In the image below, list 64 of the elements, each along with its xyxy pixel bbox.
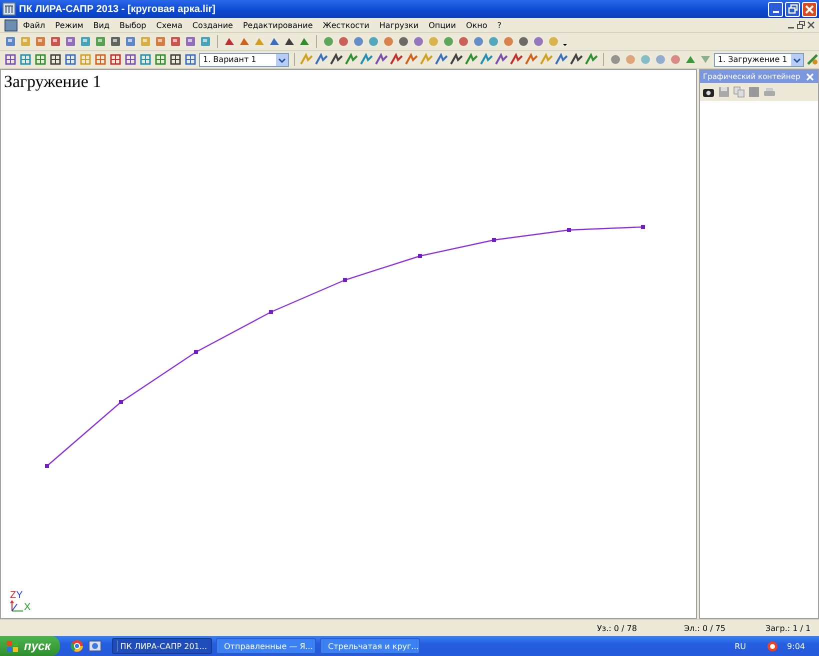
close-icon [805, 4, 814, 14]
language-indicator[interactable]: RU [734, 642, 746, 650]
axis-label: X [24, 603, 31, 612]
status-text: Загр.: 1 / 1 [766, 624, 811, 632]
tool-icon[interactable] [397, 35, 410, 48]
tool-icon[interactable] [124, 53, 137, 66]
menu-item[interactable]: Жесткости [318, 20, 374, 30]
drawing-canvas[interactable]: Загружение 1 ZY X [0, 69, 697, 619]
axis-label: Y [16, 591, 23, 600]
tool-icon[interactable] [64, 53, 77, 66]
tool-icon[interactable] [4, 53, 17, 66]
document-icon [4, 18, 18, 32]
tool-icon[interactable] [450, 53, 463, 66]
menu-item[interactable]: Схема [151, 20, 188, 30]
tool-icon[interactable] [330, 53, 343, 66]
tool-icon[interactable] [169, 53, 182, 66]
browser-icon[interactable] [70, 639, 84, 653]
menu-item[interactable]: Окно [460, 20, 492, 30]
axis-label: Z [10, 591, 16, 600]
status-text: Уз.: 0 / 78 [597, 624, 637, 632]
menu-item[interactable]: Создание [187, 20, 238, 30]
variant-dropdown[interactable]: 1. Вариант 1 [199, 52, 290, 66]
taskbar-button[interactable]: ПК ЛИРА-САПР 201... [112, 638, 212, 654]
close-icon[interactable] [807, 21, 815, 29]
close-button[interactable] [802, 2, 817, 16]
clock: 9:04 [787, 642, 805, 650]
printer-icon[interactable] [763, 86, 776, 98]
desktop-icon[interactable] [88, 639, 102, 653]
app-icon [2, 2, 16, 16]
tool-icon[interactable] [510, 53, 523, 66]
menu-item[interactable]: Файл [18, 20, 50, 30]
load-case-heading: Загружение 1 [4, 72, 102, 92]
menu-item[interactable]: Нагрузки [374, 20, 424, 30]
tool-icon[interactable] [315, 53, 328, 66]
windows-flag-icon [6, 640, 20, 652]
tool-icon[interactable] [555, 53, 568, 66]
tool-icon[interactable] [517, 35, 530, 48]
tool-icon[interactable] [435, 53, 448, 66]
camera-icon[interactable] [702, 86, 715, 98]
menu-item[interactable]: ? [492, 20, 506, 30]
tool-icon[interactable] [495, 53, 508, 66]
copy-icon[interactable] [733, 86, 745, 98]
load-dropdown[interactable]: 1. Загружение 1 [714, 52, 804, 66]
tool-icon[interactable] [109, 53, 122, 66]
tool-icon[interactable] [570, 53, 583, 66]
menu-item[interactable]: Редактирование [238, 20, 318, 30]
tool-icon[interactable] [49, 53, 62, 66]
tool-icon[interactable] [375, 53, 388, 66]
status-text: Эл.: 0 / 75 [684, 624, 726, 632]
window-title: ПК ЛИРА-САПР 2013 - [круговая арка.lir] [19, 4, 216, 14]
minimize-button[interactable] [768, 2, 783, 16]
tool-icon[interactable] [184, 53, 197, 66]
axes-icon [10, 600, 24, 612]
menu-item[interactable]: Опции [424, 20, 461, 30]
tool-icon[interactable] [109, 35, 122, 48]
taskbar-button[interactable]: Отправленные — Я... [216, 638, 316, 654]
tool-icon[interactable] [390, 53, 403, 66]
ring-icon[interactable] [766, 640, 780, 652]
menu-item[interactable]: Выбор [114, 20, 152, 30]
restore-button[interactable] [785, 2, 800, 16]
save-icon[interactable] [718, 86, 730, 98]
menu-item[interactable]: Режим [50, 20, 88, 30]
taskbar-button[interactable]: Стрельчатая и круг... [320, 638, 420, 654]
menu-item[interactable]: Вид [88, 20, 115, 30]
